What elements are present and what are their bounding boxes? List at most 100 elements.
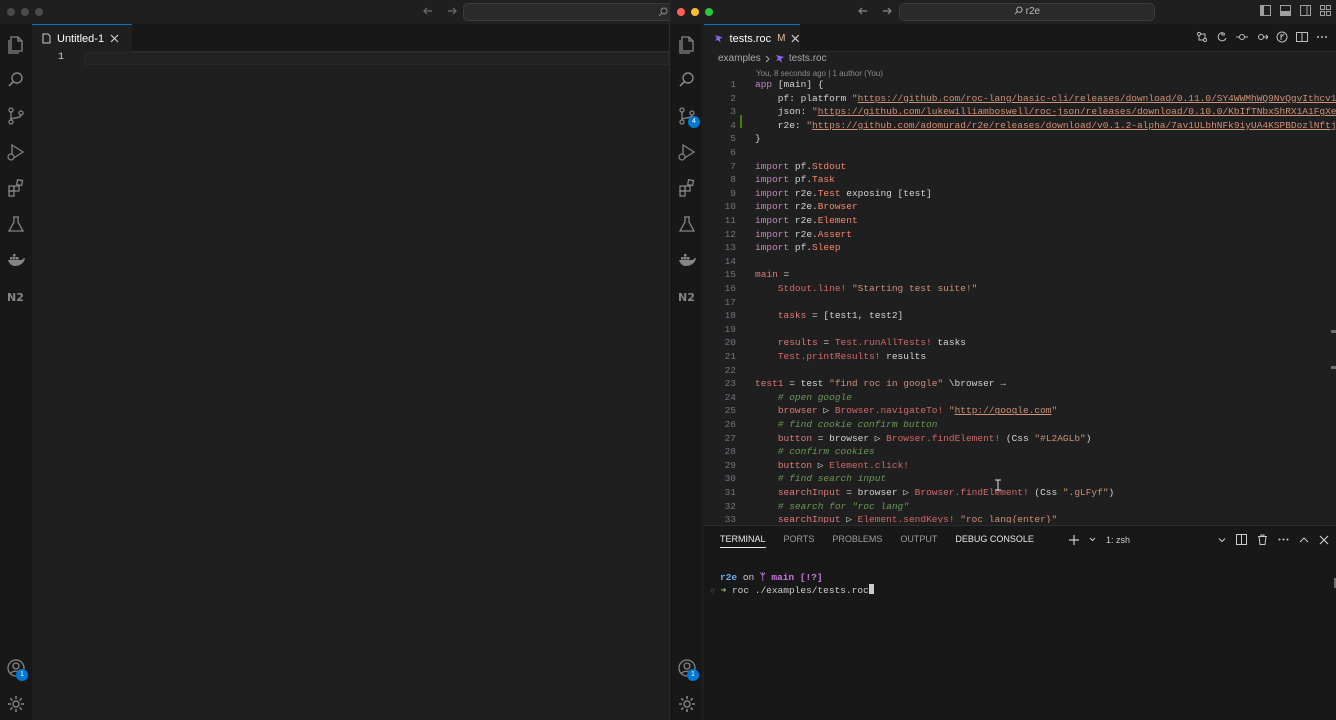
commit-icon[interactable] [1236, 31, 1248, 43]
minimize-window-button[interactable] [691, 8, 699, 16]
editor-scrollbar-marker[interactable] [1331, 330, 1336, 333]
editor-scrollbar-marker[interactable] [1331, 366, 1336, 369]
code-line[interactable]: 4 r2e: "https://github.com/adomurad/r2e/… [704, 119, 1336, 133]
close-icon[interactable] [791, 34, 800, 43]
terminal-output[interactable]: r2e on ᛘ main [!?] ○ ➜ roc ./examples/te… [710, 572, 884, 598]
code-line[interactable]: 29 button ▷ Element.click! [704, 459, 1336, 473]
breadcrumb-file[interactable]: tests.roc [789, 53, 827, 64]
code-token[interactable]: https://github.com/adomurad/r2e/releases… [812, 120, 1336, 131]
docker-icon[interactable] [6, 250, 26, 270]
search-icon[interactable] [6, 70, 26, 90]
extensions-icon[interactable] [677, 178, 697, 198]
code-line[interactable]: 18 tasks = [test1, test2] [704, 309, 1336, 323]
back-arrow-icon[interactable] [421, 4, 435, 18]
gear-icon[interactable] [6, 694, 26, 714]
code-line[interactable]: 6 [704, 146, 1336, 160]
forward-arrow-icon[interactable] [880, 4, 894, 18]
back-arrow-icon[interactable] [856, 4, 870, 18]
code-line[interactable]: 30 # find search input [704, 472, 1336, 486]
run-debug-icon[interactable] [677, 142, 697, 162]
next-change-icon[interactable] [1256, 31, 1268, 43]
right-command-center[interactable]: r2e [899, 3, 1155, 21]
code-line[interactable]: 3 json: "https://github.com/lukewilliamb… [704, 105, 1336, 119]
tab-untitled-1[interactable]: Untitled-1 [32, 24, 132, 52]
close-window-button[interactable] [7, 8, 15, 16]
code-token[interactable]: https://github.com/lukewilliamboswell/ro… [818, 106, 1336, 117]
code-line[interactable]: 32 # search for "roc lang" [704, 500, 1336, 514]
code-line[interactable]: 27 button = browser ▷ Browser.findElemen… [704, 432, 1336, 446]
code-token[interactable]: http://google.com [955, 405, 1052, 416]
code-line[interactable]: 12 import r2e.Assert [704, 228, 1336, 242]
code-line[interactable]: 13 import pf.Sleep [704, 241, 1336, 255]
panel-tab-debug-console[interactable]: DEBUG CONSOLE [955, 534, 1034, 548]
close-icon[interactable] [1319, 535, 1329, 545]
new-terminal-icon[interactable] [1069, 534, 1079, 545]
code-line[interactable]: 14 [704, 255, 1336, 269]
open-changes-icon[interactable] [1196, 31, 1208, 43]
testing-flask-icon[interactable] [677, 214, 697, 234]
toggle-primary-sidebar-icon[interactable] [1260, 5, 1271, 16]
code-line[interactable]: 19 [704, 323, 1336, 337]
testing-flask-icon[interactable] [6, 214, 26, 234]
code-line[interactable]: 23 test1 = test "find roc in google" \bro… [704, 377, 1336, 391]
toggle-secondary-sidebar-icon[interactable] [1300, 5, 1311, 16]
terminal-select[interactable]: 1: zsh [1106, 535, 1226, 545]
split-terminal-icon[interactable] [1236, 534, 1247, 545]
code-line[interactable]: 24 # open google [704, 391, 1336, 405]
code-line[interactable]: 21 Test.printResults! results [704, 350, 1336, 364]
maximize-panel-icon[interactable] [1299, 535, 1309, 545]
code-line[interactable]: 33 searchInput ▷ Element.sendKeys! "roc … [704, 513, 1336, 523]
codelens-blame[interactable]: You, 8 seconds ago | 1 author (You) [756, 69, 883, 78]
breadcrumb-folder[interactable]: examples [718, 53, 761, 64]
code-line[interactable]: 31 searchInput = browser ▷ Browser.findE… [704, 486, 1336, 500]
customize-layout-icon[interactable] [1320, 5, 1331, 16]
source-control-icon[interactable] [6, 106, 26, 126]
more-actions-icon[interactable] [1278, 534, 1289, 545]
docker-icon[interactable] [677, 250, 697, 270]
chevron-down-icon[interactable] [1089, 536, 1096, 543]
code-line[interactable]: 11 import r2e.Element [704, 214, 1336, 228]
code-line[interactable]: 22 [704, 364, 1336, 378]
explorer-icon[interactable] [677, 34, 697, 54]
code-line[interactable]: 7 import pf.Stdout [704, 160, 1336, 174]
close-window-button[interactable] [677, 8, 685, 16]
panel-tab-problems[interactable]: PROBLEMS [832, 534, 882, 548]
code-line[interactable]: 5} [704, 132, 1336, 146]
run-debug-icon[interactable] [6, 142, 26, 162]
code-line[interactable]: 20 results = Test.runAllTests! tasks [704, 336, 1336, 350]
nx-console-icon[interactable]: N2 [677, 286, 697, 306]
nx-console-icon[interactable]: N2 [6, 286, 26, 306]
close-icon[interactable] [110, 34, 119, 43]
code-line[interactable]: 2 pf: platform "https://github.com/roc-l… [704, 92, 1336, 106]
zoom-window-button[interactable] [705, 8, 713, 16]
minimize-window-button[interactable] [21, 8, 29, 16]
panel-tab-terminal[interactable]: TERMINAL [720, 534, 766, 548]
code-token[interactable]: https://github.com/roc-lang/basic-cli/re… [858, 93, 1336, 104]
search-icon[interactable] [677, 70, 697, 90]
code-line[interactable]: 8 import pf.Task [704, 173, 1336, 187]
gear-icon[interactable] [677, 694, 697, 714]
panel-tab-ports[interactable]: PORTS [784, 534, 815, 548]
code-line[interactable]: 10 import r2e.Browser [704, 200, 1336, 214]
code-line[interactable]: 15 main = [704, 268, 1336, 282]
trash-icon[interactable] [1257, 534, 1268, 545]
split-editor-icon[interactable] [1296, 31, 1308, 43]
tab-tests-roc[interactable]: tests.roc M [704, 24, 800, 52]
code-line[interactable]: 9 import r2e.Test exposing [test] [704, 187, 1336, 201]
code-line[interactable]: 16 Stdout.line! "Starting test suite!" [704, 282, 1336, 296]
panel-tab-output[interactable]: OUTPUT [900, 534, 937, 548]
explorer-icon[interactable] [6, 34, 26, 54]
more-actions-icon[interactable] [1316, 31, 1328, 43]
code-line[interactable]: 25 browser ▷ Browser.navigateTo! "http:/… [704, 404, 1336, 418]
toggle-panel-icon[interactable] [1280, 5, 1291, 16]
left-editor-current-line[interactable]: 1 [32, 52, 669, 65]
zoom-window-button[interactable] [35, 8, 43, 16]
extensions-icon[interactable] [6, 178, 26, 198]
code-line[interactable]: 26 # find cookie confirm button [704, 418, 1336, 432]
left-command-center[interactable] [463, 3, 669, 21]
code-line[interactable]: 17 [704, 296, 1336, 310]
code-editor[interactable]: 1 app [main] {2 pf: platform "https://git… [704, 78, 1336, 523]
gitlens-icon[interactable] [1276, 31, 1288, 43]
code-line[interactable]: 1 app [main] { [704, 78, 1336, 92]
code-line[interactable]: 28 # confirm cookies [704, 445, 1336, 459]
